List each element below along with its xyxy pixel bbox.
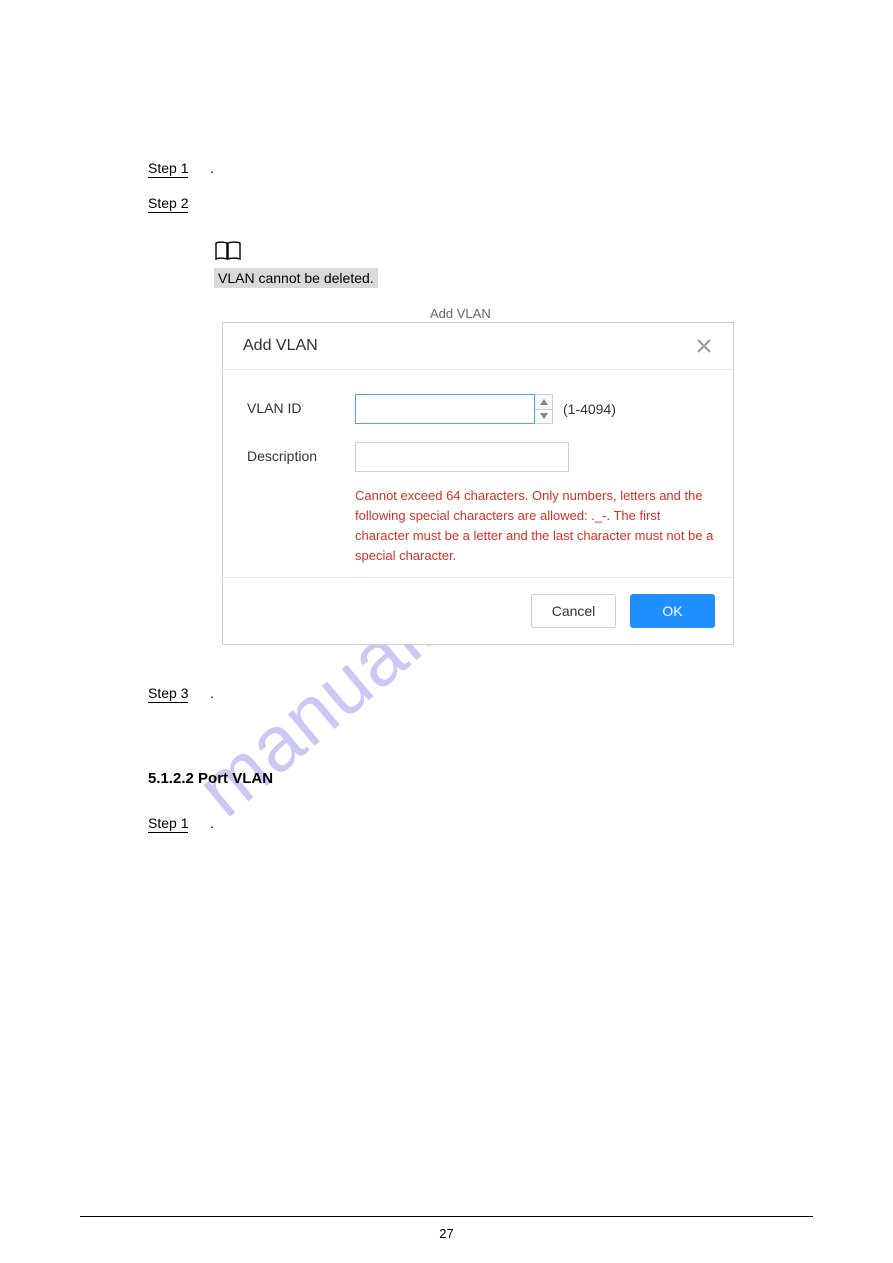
ok-button[interactable]: OK — [630, 594, 715, 628]
step3-text: . — [210, 685, 214, 701]
close-icon[interactable] — [695, 337, 713, 355]
vlan-id-input[interactable] — [355, 394, 535, 424]
dialog-title: Add VLAN — [243, 337, 318, 355]
page-number: 27 — [0, 1226, 893, 1241]
validation-message: Cannot exceed 64 characters. Only number… — [355, 486, 715, 567]
note-book-icon — [214, 240, 242, 269]
footer-divider — [80, 1216, 813, 1217]
vlan-id-row: VLAN ID (1-4094) — [247, 394, 709, 424]
step1-lower-text: . — [210, 815, 214, 831]
vlan-id-label: VLAN ID — [247, 394, 355, 416]
spinner-up-icon[interactable] — [535, 394, 553, 410]
vlan-id-input-wrap: (1-4094) — [355, 394, 616, 424]
step2-label: Step 2 — [148, 195, 188, 213]
add-vlan-dialog: Add VLAN VLAN ID — [222, 322, 734, 645]
step3-label: Step 3 — [148, 685, 188, 703]
spinner-down-icon[interactable] — [535, 410, 553, 425]
vlan-id-spinners — [535, 394, 553, 424]
step1-lower-label: Step 1 — [148, 815, 188, 833]
figure-caption: Add VLAN — [430, 306, 491, 321]
description-label: Description — [247, 442, 355, 464]
step1-label: Step 1 — [148, 160, 188, 178]
vlan-id-range-hint: (1-4094) — [563, 401, 616, 417]
cancel-button[interactable]: Cancel — [531, 594, 616, 628]
dialog-body: VLAN ID (1-4094) Description — [223, 370, 733, 577]
dialog-header: Add VLAN — [223, 323, 733, 370]
note-highlight: VLAN cannot be deleted. — [214, 268, 378, 288]
description-row: Description — [247, 442, 709, 472]
description-input[interactable] — [355, 442, 569, 472]
dialog-footer: Cancel OK — [223, 577, 733, 644]
section-port-vlan: 5.1.2.2 Port VLAN — [148, 770, 273, 787]
step1-text: . — [210, 160, 214, 176]
